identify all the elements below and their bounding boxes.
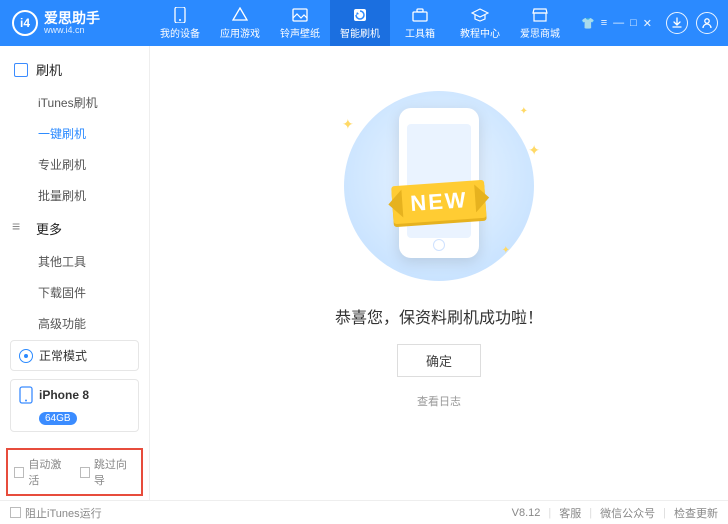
store-icon xyxy=(531,7,549,23)
ok-button[interactable]: 确定 xyxy=(397,344,481,377)
device-card[interactable]: iPhone 8 64GB xyxy=(10,379,139,432)
checkbox-icon xyxy=(14,467,24,478)
new-ribbon: NEW xyxy=(391,180,487,224)
mode-label: 正常模式 xyxy=(39,347,87,364)
flash-options: 自动激活 跳过向导 xyxy=(6,448,143,496)
download-button[interactable] xyxy=(666,12,688,34)
check-update-link[interactable]: 检查更新 xyxy=(674,505,718,521)
window-controls: 👕 ≡ — □ ✕ xyxy=(581,12,728,34)
nav-apps[interactable]: 应用游戏 xyxy=(210,0,270,46)
sidebar-section-flash[interactable]: 刷机 xyxy=(0,52,149,87)
view-log-link[interactable]: 查看日志 xyxy=(417,393,461,409)
checkbox-icon xyxy=(80,467,90,478)
minimize-icon[interactable]: — xyxy=(613,17,624,30)
skip-guide-checkbox[interactable]: 跳过向导 xyxy=(80,456,136,488)
menu-icon[interactable]: ≡ xyxy=(601,17,607,30)
flash-icon xyxy=(351,7,369,23)
flash-section-icon xyxy=(14,63,28,77)
skin-icon[interactable]: 👕 xyxy=(581,17,595,30)
title-bar: i4 爱思助手 www.i4.cn 我的设备 应用游戏 铃声壁纸 智能刷机 工具… xyxy=(0,0,728,46)
grad-icon xyxy=(471,7,489,23)
logo-icon: i4 xyxy=(12,10,38,36)
sparkle-icon: ✦ xyxy=(528,142,540,159)
more-section-icon xyxy=(14,222,28,236)
mode-card[interactable]: 正常模式 xyxy=(10,340,139,371)
storage-badge: 64GB xyxy=(39,412,77,425)
wallpaper-icon xyxy=(291,7,309,23)
status-bar: 阻止iTunes运行 V8.12 | 客服 | 微信公众号 | 检查更新 xyxy=(0,500,728,524)
mode-icon xyxy=(19,349,33,363)
sidebar-item-pro-flash[interactable]: 专业刷机 xyxy=(0,149,149,180)
sidebar-item-download-fw[interactable]: 下载固件 xyxy=(0,277,149,308)
section-title: 刷机 xyxy=(36,60,62,79)
sidebar-item-other-tools[interactable]: 其他工具 xyxy=(0,246,149,277)
nav-store[interactable]: 爱思商城 xyxy=(510,0,570,46)
success-illustration: ✦ ✦ ✦ ✦ NEW xyxy=(324,86,554,286)
brand: i4 爱思助手 www.i4.cn xyxy=(0,10,150,36)
top-nav: 我的设备 应用游戏 铃声壁纸 智能刷机 工具箱 教程中心 爱思商城 xyxy=(150,0,570,46)
auto-activate-checkbox[interactable]: 自动激活 xyxy=(14,456,70,488)
sparkle-icon: ✦ xyxy=(502,245,510,256)
apps-icon xyxy=(231,7,249,23)
sidebar-item-itunes-flash[interactable]: iTunes刷机 xyxy=(0,87,149,118)
version-label: V8.12 xyxy=(512,507,541,519)
device-name: iPhone 8 xyxy=(39,388,89,402)
toolbox-icon xyxy=(411,7,429,23)
sidebar-item-oneclick-flash[interactable]: 一键刷机 xyxy=(0,118,149,149)
nav-my-device[interactable]: 我的设备 xyxy=(150,0,210,46)
section-title: 更多 xyxy=(36,219,62,238)
nav-tutorials[interactable]: 教程中心 xyxy=(450,0,510,46)
main-panel: ✦ ✦ ✦ ✦ NEW 恭喜您，保资料刷机成功啦！ 确定 查看日志 xyxy=(150,46,728,500)
sidebar-section-more[interactable]: 更多 xyxy=(0,211,149,246)
phone-icon xyxy=(171,7,189,23)
checkbox-icon xyxy=(10,507,21,518)
user-button[interactable] xyxy=(696,12,718,34)
wechat-link[interactable]: 微信公众号 xyxy=(600,505,655,521)
sidebar: 刷机 iTunes刷机 一键刷机 专业刷机 批量刷机 更多 其他工具 下载固件 … xyxy=(0,46,150,500)
sidebar-item-advanced[interactable]: 高级功能 xyxy=(0,308,149,332)
sidebar-item-batch-flash[interactable]: 批量刷机 xyxy=(0,180,149,211)
app-name: 爱思助手 xyxy=(44,11,100,25)
nav-ringtones[interactable]: 铃声壁纸 xyxy=(270,0,330,46)
device-icon xyxy=(19,386,33,404)
support-link[interactable]: 客服 xyxy=(559,505,581,521)
maximize-icon[interactable]: □ xyxy=(630,17,637,30)
nav-flash[interactable]: 智能刷机 xyxy=(330,0,390,46)
nav-toolbox[interactable]: 工具箱 xyxy=(390,0,450,46)
close-icon[interactable]: ✕ xyxy=(643,17,652,30)
app-sub: www.i4.cn xyxy=(44,25,100,35)
block-itunes-checkbox[interactable]: 阻止iTunes运行 xyxy=(10,505,102,521)
success-message: 恭喜您，保资料刷机成功啦！ xyxy=(335,304,543,328)
sparkle-icon: ✦ xyxy=(520,106,528,117)
sparkle-icon: ✦ xyxy=(342,116,354,133)
